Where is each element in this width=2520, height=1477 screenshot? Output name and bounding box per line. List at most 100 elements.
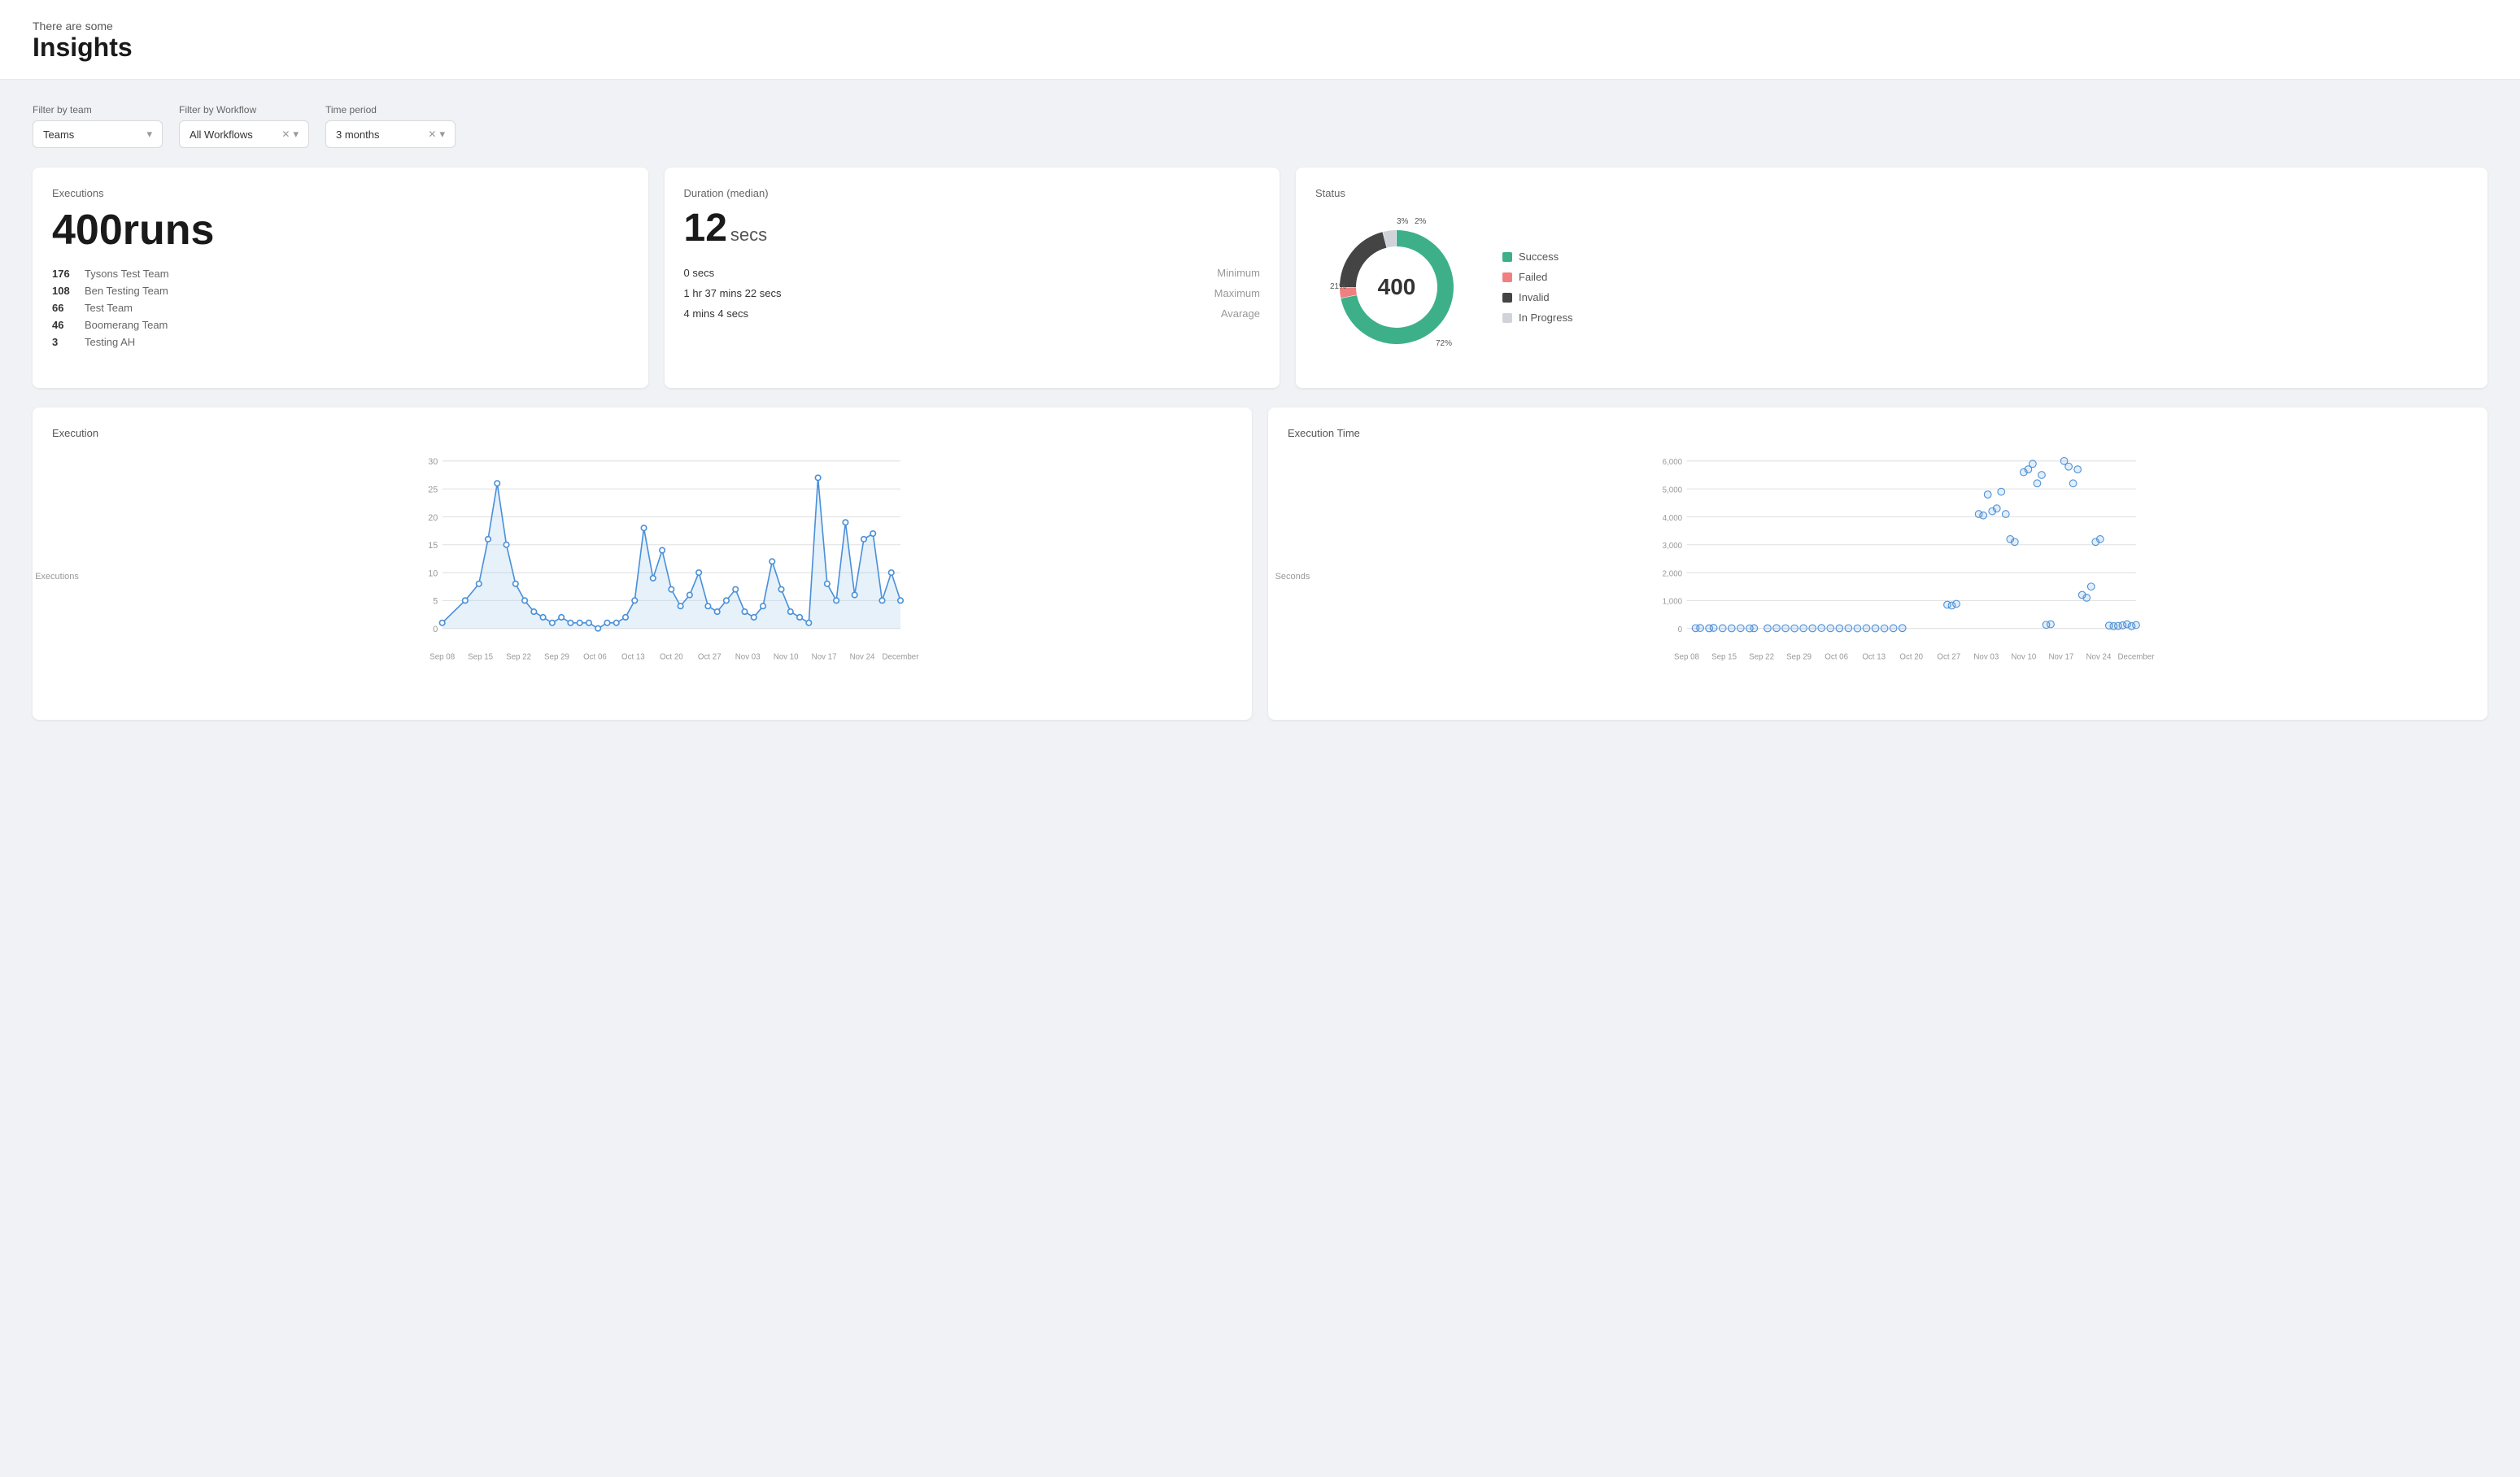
- team-row: 108 Ben Testing Team: [52, 285, 629, 297]
- svg-text:Oct 06: Oct 06: [1825, 653, 1848, 662]
- stats-row: Executions 400 runs 176Tysons Test Team 10…: [33, 168, 2487, 388]
- legend-label: In Progress: [1519, 312, 1572, 324]
- workflow-filter-label: Filter by Workflow: [179, 104, 309, 115]
- team-count: 108: [52, 285, 76, 297]
- svg-text:Nov 17: Nov 17: [2048, 653, 2073, 662]
- svg-text:December: December: [2118, 653, 2156, 662]
- period-filter-select[interactable]: 3 months ✕ ▾: [325, 120, 456, 148]
- page-subtitle: There are some: [33, 20, 2487, 33]
- workflow-filter-group: Filter by Workflow All Workflows ✕ ▾: [179, 104, 309, 148]
- svg-text:Sep 08: Sep 08: [429, 653, 455, 662]
- duration-unit: secs: [730, 224, 767, 245]
- svg-text:1,000: 1,000: [1663, 598, 1683, 607]
- svg-text:Oct 20: Oct 20: [1899, 653, 1923, 662]
- team-filter-value: Teams: [43, 129, 74, 141]
- duration-stat-label: Maximum: [1214, 287, 1260, 299]
- svg-text:Nov 03: Nov 03: [735, 653, 761, 662]
- svg-text:0: 0: [1678, 625, 1683, 634]
- clear-period-icon[interactable]: ✕: [428, 129, 436, 140]
- duration-stat-row: 1 hr 37 mins 22 secs Maximum: [684, 287, 1261, 299]
- svg-text:72%: 72%: [1436, 339, 1452, 348]
- svg-text:30: 30: [428, 457, 438, 467]
- duration-value: 12: [684, 207, 727, 250]
- svg-text:Sep 15: Sep 15: [468, 653, 493, 662]
- team-row: 3Testing AH: [52, 336, 629, 348]
- svg-text:21%: 21%: [1330, 282, 1346, 291]
- execution-chart-card: Execution Executions 0 5 10 15 20 25 30 Sep 08 S…: [33, 407, 1252, 720]
- period-filter-label: Time period: [325, 104, 456, 115]
- svg-text:Oct 20: Oct 20: [660, 653, 683, 662]
- duration-card: Duration (median) 12secs 0 secs Minimum 1 …: [665, 168, 1280, 388]
- legend-item: Failed: [1502, 271, 1572, 283]
- time-chart-card: Execution Time Seconds 01,0002,0003,0004…: [1268, 407, 2487, 720]
- svg-text:Oct 27: Oct 27: [698, 653, 722, 662]
- exec-y-axis-label: Executions: [35, 572, 79, 582]
- time-y-axis-label: Seconds: [1275, 572, 1310, 582]
- svg-text:3,000: 3,000: [1663, 542, 1683, 551]
- svg-text:Nov 17: Nov 17: [812, 653, 837, 662]
- team-list: 176Tysons Test Team 108 Ben Testing Team 66…: [52, 268, 629, 348]
- svg-text:10: 10: [428, 569, 438, 578]
- svg-text:5,000: 5,000: [1663, 486, 1683, 495]
- svg-text:15: 15: [428, 541, 438, 551]
- svg-text:Sep 29: Sep 29: [1786, 653, 1812, 662]
- svg-text:2,000: 2,000: [1663, 569, 1683, 578]
- duration-stat-row: 4 mins 4 secsAvarage: [684, 307, 1261, 320]
- team-name: Ben Testing Team: [85, 285, 168, 297]
- legend-label: Failed: [1519, 271, 1547, 283]
- legend-dot: [1502, 252, 1512, 262]
- svg-text:Oct 27: Oct 27: [1937, 653, 1960, 662]
- legend-item: Success: [1502, 251, 1572, 263]
- svg-text:Oct 13: Oct 13: [1862, 653, 1886, 662]
- svg-text:Sep 08: Sep 08: [1674, 653, 1699, 662]
- chevron-down-icon: ▾: [439, 128, 445, 141]
- svg-text:December: December: [883, 653, 920, 662]
- duration-stat-label: Minimum: [1217, 267, 1260, 279]
- team-count: 176: [52, 268, 76, 280]
- legend-dot: [1502, 272, 1512, 282]
- legend-item: In Progress: [1502, 312, 1572, 324]
- duration-stat-val: 1 hr 37 mins 22 secs: [684, 287, 782, 299]
- svg-text:2%: 2%: [1415, 217, 1427, 226]
- charts-row: Execution Executions 0 5 10 15 20 25 30 Sep 08 S…: [33, 407, 2487, 720]
- duration-stat-row: 0 secs Minimum: [684, 267, 1261, 279]
- svg-text:Oct 06: Oct 06: [583, 653, 607, 662]
- execution-chart-title: Execution: [52, 427, 1232, 439]
- workflow-filter-select[interactable]: All Workflows ✕ ▾: [179, 120, 309, 148]
- svg-text:Sep 22: Sep 22: [506, 653, 531, 662]
- executions-card-title: Executions: [52, 187, 629, 199]
- status-card: Status 72% 21% 3% 2% 400: [1296, 168, 2487, 388]
- time-chart-svg: 01,0002,0003,0004,0005,0006,000Sep 08Sep…: [1328, 452, 2468, 664]
- team-row: 176Tysons Test Team: [52, 268, 629, 280]
- svg-text:25: 25: [428, 485, 438, 495]
- svg-text:3%: 3%: [1397, 217, 1409, 226]
- svg-text:5: 5: [433, 597, 438, 607]
- team-filter-label: Filter by team: [33, 104, 163, 115]
- svg-text:20: 20: [428, 513, 438, 523]
- page-title: Insights: [33, 33, 2487, 63]
- legend-label: Invalid: [1519, 291, 1550, 303]
- team-filter-select[interactable]: Teams ▾: [33, 120, 163, 148]
- duration-stats: 0 secs Minimum 1 hr 37 mins 22 secs Maximum…: [684, 267, 1261, 320]
- legend-dot: [1502, 313, 1512, 323]
- executions-unit: runs: [123, 207, 215, 254]
- duration-stat-label: Avarage: [1221, 307, 1260, 320]
- chevron-down-icon: ▾: [293, 128, 299, 141]
- main-content: Filter by team Teams ▾ Filter by Workflo…: [0, 80, 2520, 744]
- svg-text:0: 0: [433, 625, 438, 634]
- team-row: 66Test Team: [52, 302, 629, 314]
- team-count: 3: [52, 336, 76, 348]
- svg-text:Sep 15: Sep 15: [1711, 653, 1737, 662]
- duration-stat-val: 0 secs: [684, 267, 715, 279]
- executions-card: Executions 400runs 176Tysons Test Team10…: [33, 168, 648, 388]
- legend-item: Invalid: [1502, 291, 1572, 303]
- period-filter-value: 3 months: [336, 129, 379, 141]
- page-header: There are some Insights: [0, 0, 2520, 80]
- svg-text:Nov 03: Nov 03: [1973, 653, 1999, 662]
- team-filter-group: Filter by team Teams ▾: [33, 104, 163, 148]
- donut-center-value: 400: [1378, 274, 1416, 300]
- team-row: 46Boomerang Team: [52, 319, 629, 331]
- duration-card-title: Duration (median): [684, 187, 1261, 199]
- clear-workflow-icon[interactable]: ✕: [281, 129, 290, 140]
- team-count: 66: [52, 302, 76, 314]
